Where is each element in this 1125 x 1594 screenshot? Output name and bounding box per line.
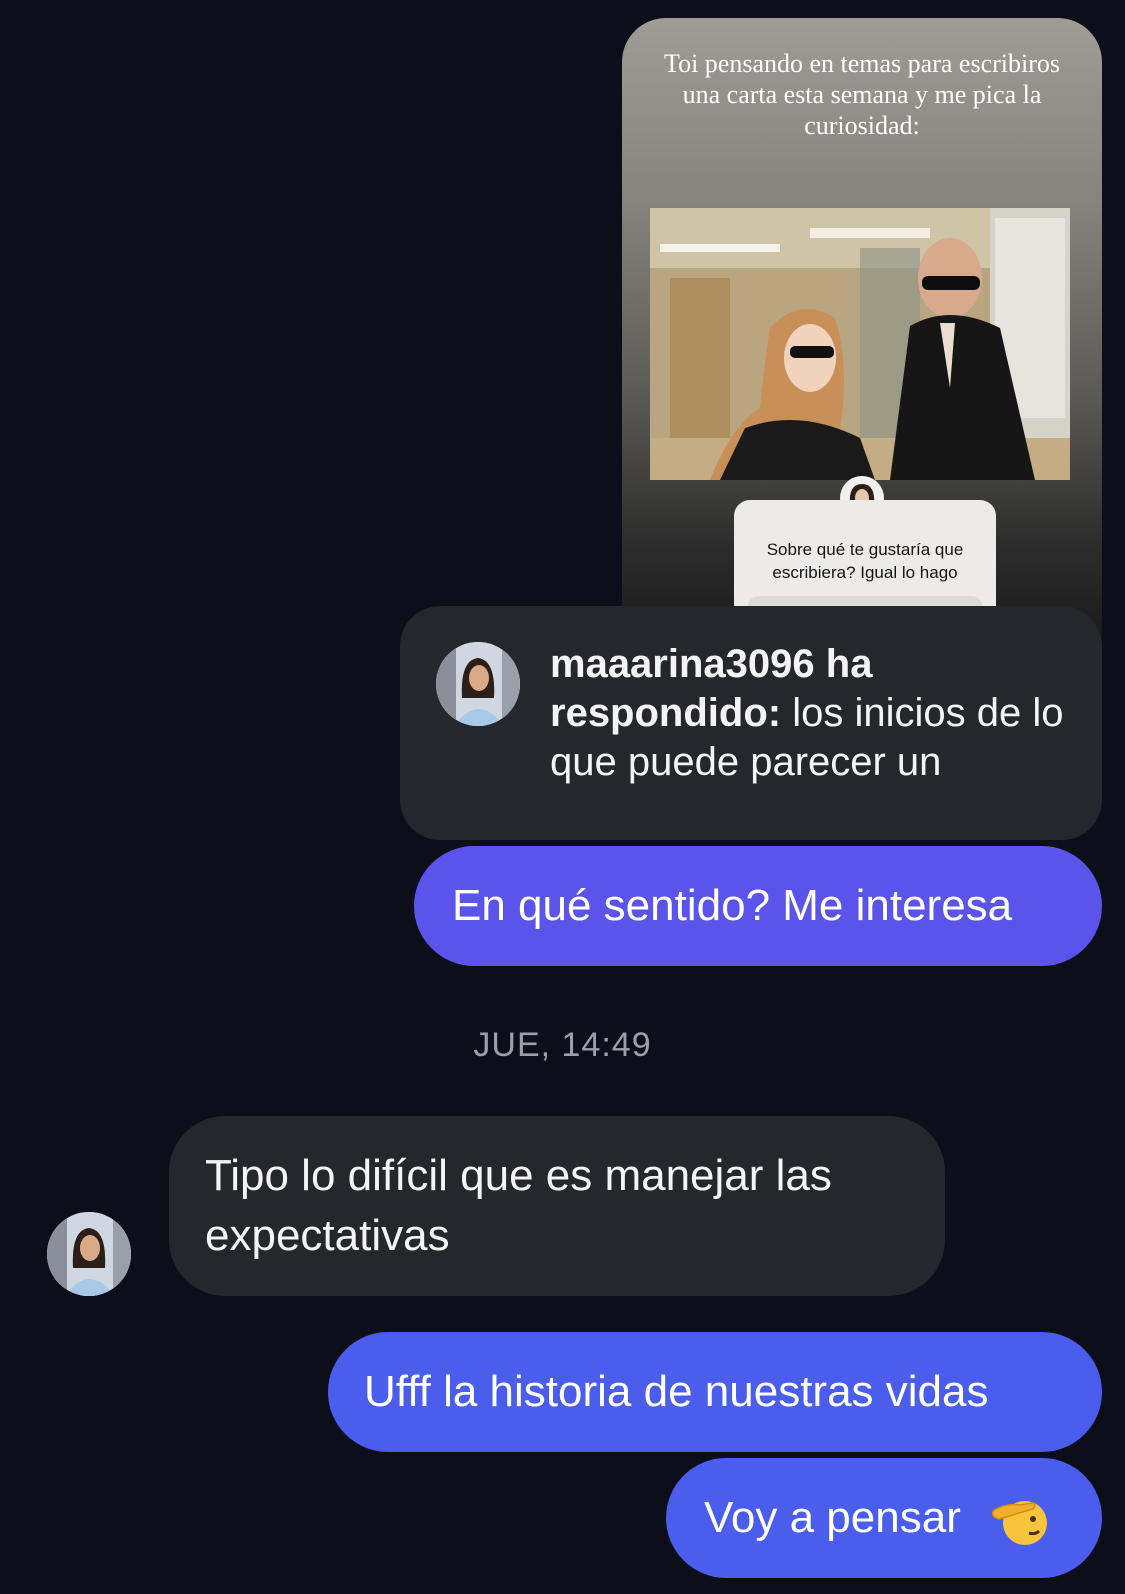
sent-message[interactable]: Ufff la historia de nuestras vidas: [328, 1332, 1102, 1452]
avatar[interactable]: [47, 1212, 131, 1296]
question-text: Sobre qué te gustaría que escribiera? Ig…: [766, 540, 964, 582]
timestamp: JUE, 14:49: [473, 1026, 652, 1064]
sent-message[interactable]: En qué sentido? Me interesa: [414, 846, 1102, 966]
sent-message[interactable]: Voy a pensar: [666, 1458, 1102, 1578]
message-text: Tipo lo difícil que es manejar las expec…: [205, 1151, 832, 1260]
message-text: Voy a pensar: [704, 1493, 961, 1542]
story-caption: Toi pensando en temas para escribiros un…: [664, 49, 1060, 140]
message-text: En qué sentido? Me interesa: [452, 881, 1013, 930]
avatar[interactable]: [436, 642, 520, 726]
message-text: Ufff la historia de nuestras vidas: [364, 1367, 989, 1416]
story-response-card[interactable]: maaarina3096 ha respondido: los inicios …: [400, 606, 1102, 840]
story-photo: [650, 208, 1070, 480]
response-text: maaarina3096 ha respondido: los inicios …: [550, 640, 1070, 787]
saluting-face-icon: [989, 1489, 1051, 1551]
story-reply-preview[interactable]: Toi pensando en temas para escribiros un…: [622, 18, 1102, 638]
received-message[interactable]: Tipo lo difícil que es manejar las expec…: [169, 1116, 945, 1296]
